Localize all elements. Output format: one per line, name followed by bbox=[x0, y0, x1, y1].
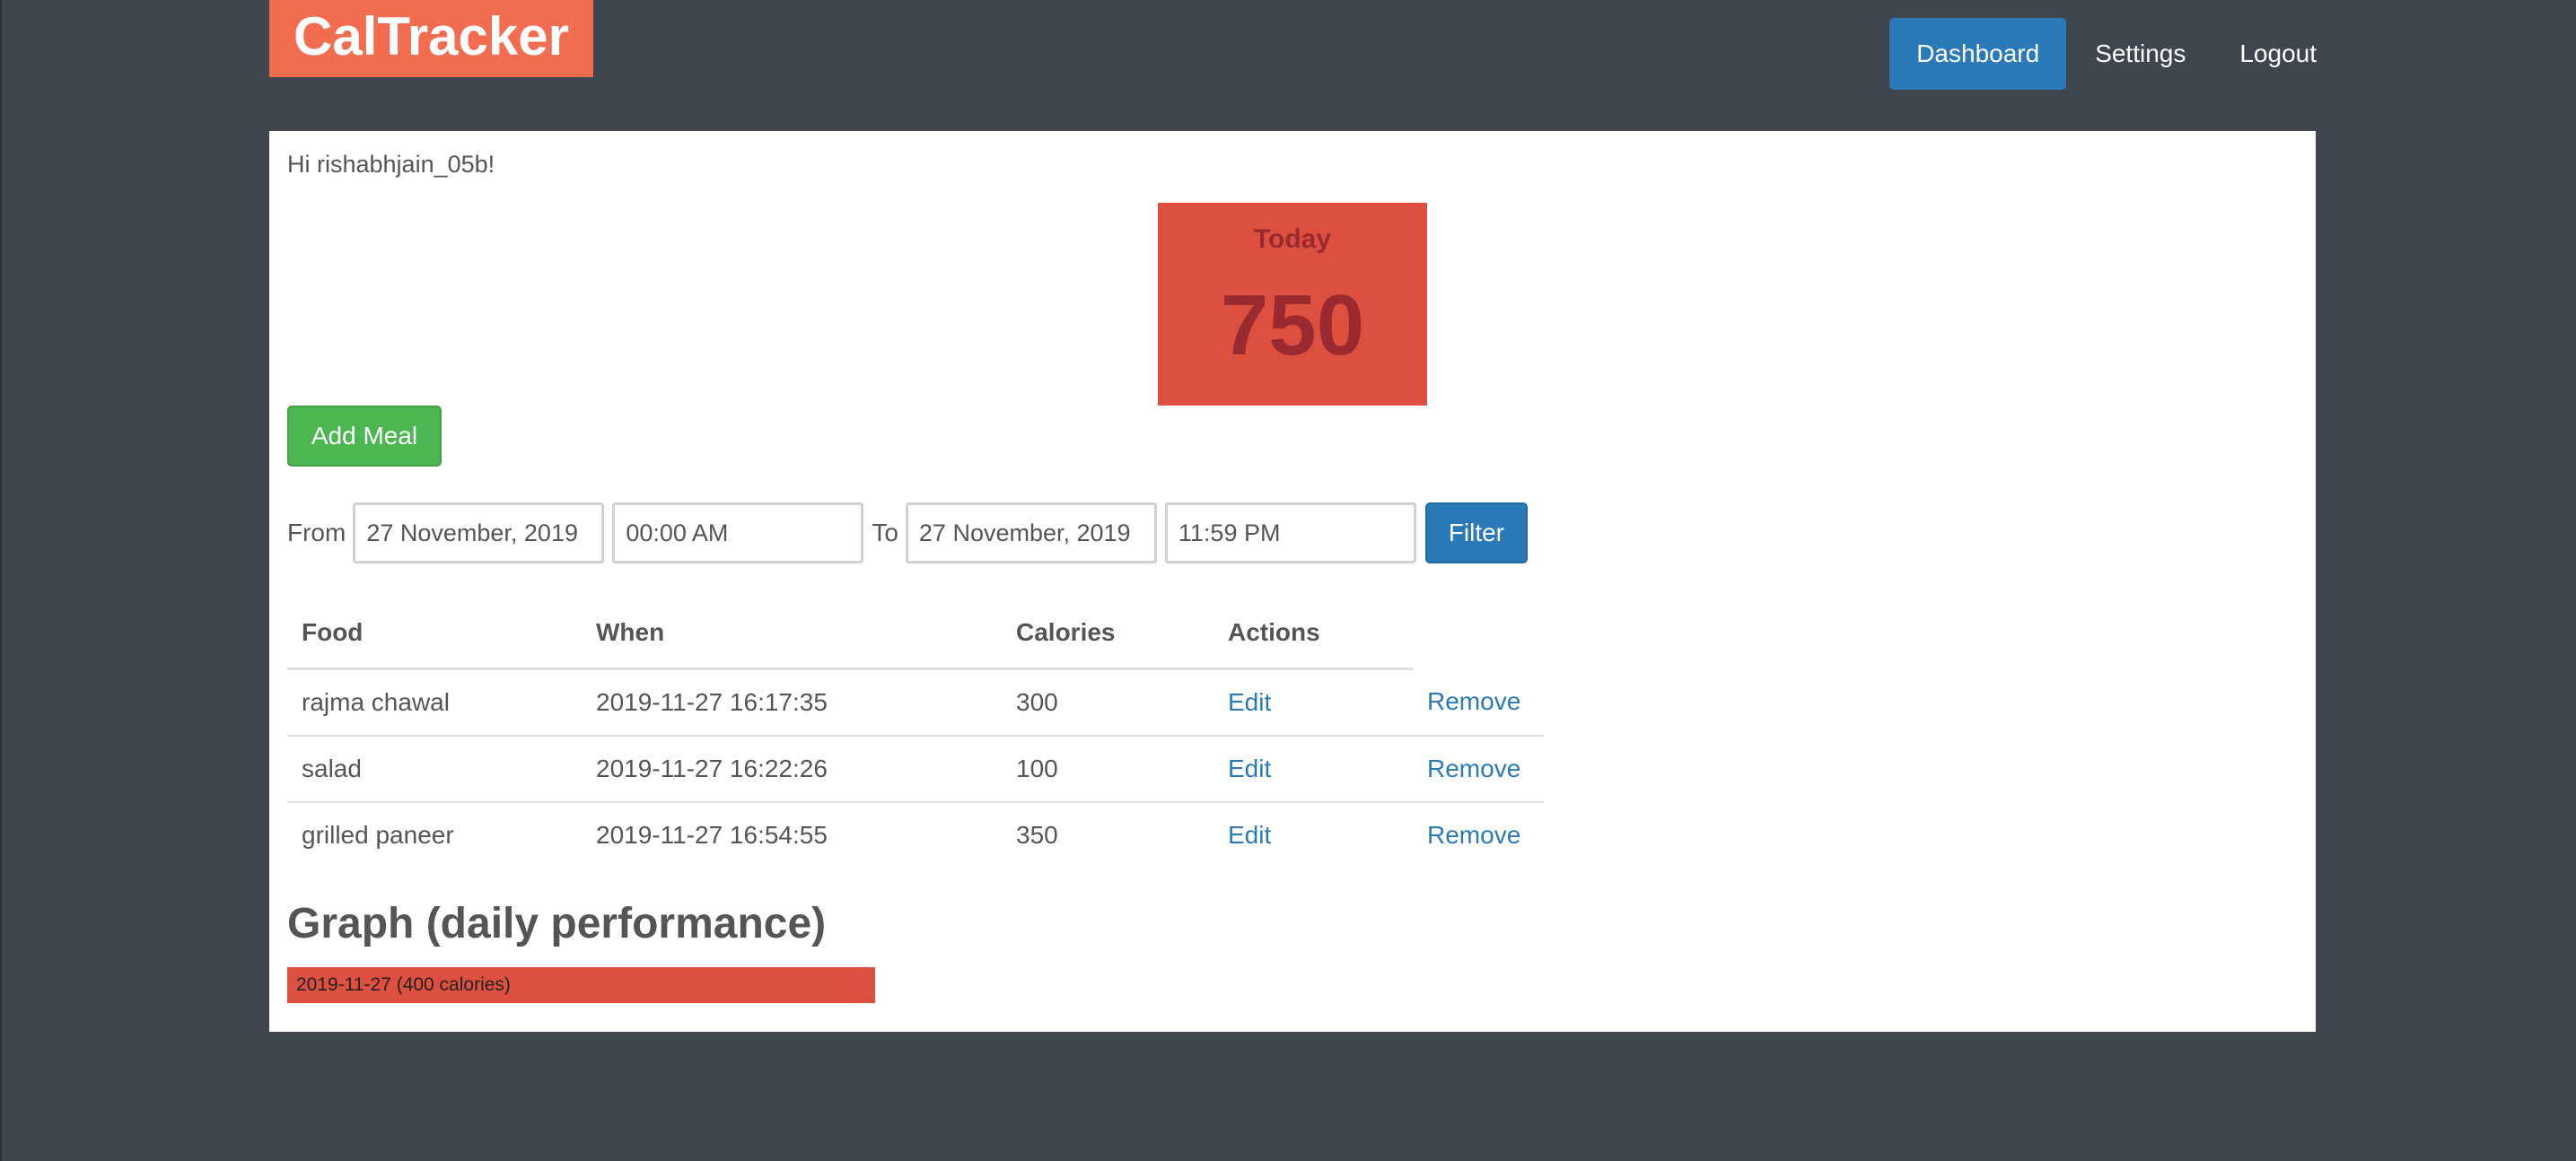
brand-logo[interactable]: CalTracker bbox=[269, 0, 593, 77]
meals-table: Food When Calories Actions rajma chawal … bbox=[287, 598, 1544, 868]
food-cell: salad bbox=[287, 736, 582, 803]
header-when: When bbox=[582, 598, 1002, 670]
to-label: To bbox=[872, 519, 898, 546]
from-date-input[interactable] bbox=[353, 502, 605, 563]
table-header-row: Food When Calories Actions bbox=[287, 598, 1544, 670]
remove-link[interactable]: Remove bbox=[1413, 668, 1544, 737]
today-calories-card: Today 750 bbox=[1158, 203, 1427, 406]
nav-settings[interactable]: Settings bbox=[2068, 18, 2212, 90]
today-value: 750 bbox=[1220, 277, 1365, 373]
top-nav: Dashboard Settings Logout bbox=[1889, 18, 2317, 90]
nav-logout[interactable]: Logout bbox=[2212, 18, 2317, 90]
food-cell: grilled paneer bbox=[302, 821, 454, 849]
graph-bar: 2019-11-27 (400 calories) bbox=[287, 967, 876, 1003]
graph-track: 2019-11-27 (400 calories) bbox=[287, 967, 1364, 1003]
from-label: From bbox=[287, 519, 346, 546]
header-calories: Calories bbox=[1002, 598, 1214, 670]
calories-cell: 350 bbox=[1016, 821, 1058, 849]
to-time-input[interactable] bbox=[1164, 502, 1416, 563]
remove-link[interactable]: Remove bbox=[1413, 802, 1544, 868]
when-cell: 2019-11-27 16:17:35 bbox=[582, 668, 1002, 737]
nav-dashboard[interactable]: Dashboard bbox=[1889, 18, 2067, 90]
remove-link[interactable]: Remove bbox=[1413, 736, 1544, 803]
table-row: rajma chawal 2019-11-27 16:17:35 300 Edi… bbox=[287, 668, 1544, 737]
left-edge-line bbox=[0, 0, 2, 1161]
table-row: grilled paneer 2019-11-27 16:54:55 350 E… bbox=[287, 802, 1544, 868]
dashboard-panel: Hi rishabhjain_05b! Today 750 Add Meal F… bbox=[269, 131, 2316, 1032]
filter-button[interactable]: Filter bbox=[1424, 502, 1528, 563]
when-cell: 2019-11-27 16:22:26 bbox=[582, 736, 1002, 803]
edit-link[interactable]: Edit bbox=[1214, 802, 1413, 868]
header-spacer bbox=[1413, 598, 1544, 669]
calories-cell: 300 bbox=[1002, 668, 1214, 737]
graph-title: Graph (daily performance) bbox=[287, 900, 827, 947]
header-food: Food bbox=[287, 598, 582, 670]
calories-cell: 100 bbox=[1002, 736, 1214, 803]
edit-link[interactable]: Edit bbox=[1214, 668, 1413, 737]
header-actions: Actions bbox=[1214, 598, 1413, 670]
add-meal-button[interactable]: Add Meal bbox=[287, 406, 442, 467]
table-row: salad 2019-11-27 16:22:26 100 Edit Remov… bbox=[287, 736, 1544, 803]
food-cell: rajma chawal bbox=[287, 668, 582, 737]
when-cell: 2019-11-27 16:54:55 bbox=[596, 821, 828, 849]
to-date-input[interactable] bbox=[905, 502, 1157, 563]
date-filter-row: From To Filter bbox=[287, 502, 1528, 563]
today-label: Today bbox=[1253, 224, 1332, 254]
from-time-input[interactable] bbox=[612, 502, 864, 563]
greeting-text: Hi rishabhjain_05b! bbox=[287, 151, 495, 178]
edit-link[interactable]: Edit bbox=[1214, 736, 1413, 803]
